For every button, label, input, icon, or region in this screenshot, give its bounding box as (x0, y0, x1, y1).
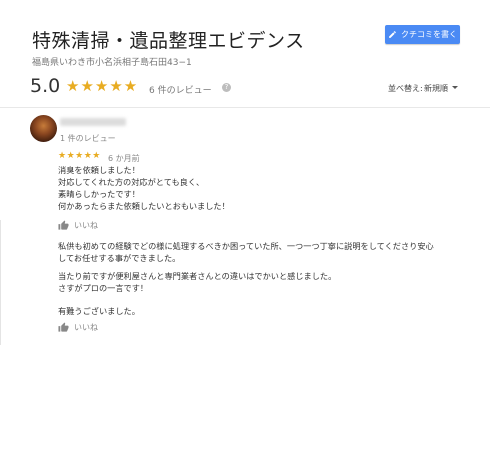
sort-dropdown[interactable]: 新規順 (424, 83, 448, 94)
reviewer-review-count: 1 件のレビュー (60, 134, 116, 143)
thumbs-up-icon (58, 322, 69, 332)
pencil-icon (389, 31, 396, 38)
sort-label: 並べ替え: (388, 84, 423, 93)
review-count[interactable]: 6 件のレビュー (149, 83, 212, 96)
review-stars: ★★★★★ (58, 151, 101, 161)
like-button[interactable]: いいね (58, 322, 98, 333)
review-line: 素晴らしかったです！ (58, 189, 140, 199)
like-button[interactable]: いいね (58, 220, 98, 231)
review-time: 6 か月前 (108, 154, 140, 163)
average-rating: 5.0 (30, 75, 61, 97)
write-review-button[interactable]: クチコミを書く (385, 25, 460, 44)
review-line: してお任せする事ができました。 (58, 253, 181, 263)
review-line: 対応してくれた方の対応がとても良く、 (58, 177, 205, 187)
thumbs-up-icon (58, 220, 69, 230)
business-title: 特殊清掃・遺品整理エビデンス (32, 30, 305, 52)
review-line: 当たり前ですが便利屋さんと専門業者さんとの違いはでかいと感じました。 (58, 271, 337, 281)
reviewer-avatar[interactable] (30, 115, 57, 142)
like-label: いいね (74, 323, 98, 332)
reviewer-name-blurred[interactable] (60, 118, 126, 126)
review-line: 有難うございました。 (58, 306, 140, 316)
like-label: いいね (74, 221, 98, 230)
review-line: 消臭を依頼しました！ (58, 165, 140, 175)
left-border (0, 220, 1, 345)
divider (0, 107, 490, 108)
write-review-label: クチコミを書く (401, 30, 457, 39)
caret-down-icon[interactable] (452, 86, 458, 89)
review-line: 私供も初めての経験でどの様に処理するべきか困っていた所、一つ一つ丁寧に説明をして… (58, 241, 434, 251)
average-rating-stars: ★★★★★ (66, 77, 139, 95)
review-line: さすがプロの一言です！ (58, 283, 149, 293)
help-icon[interactable]: ? (222, 83, 231, 92)
review-line: 何かあったらまた依頼したいとおもいました！ (58, 201, 230, 211)
business-address: 福島県いわき市小名浜相子島石田43−1 (32, 58, 192, 68)
